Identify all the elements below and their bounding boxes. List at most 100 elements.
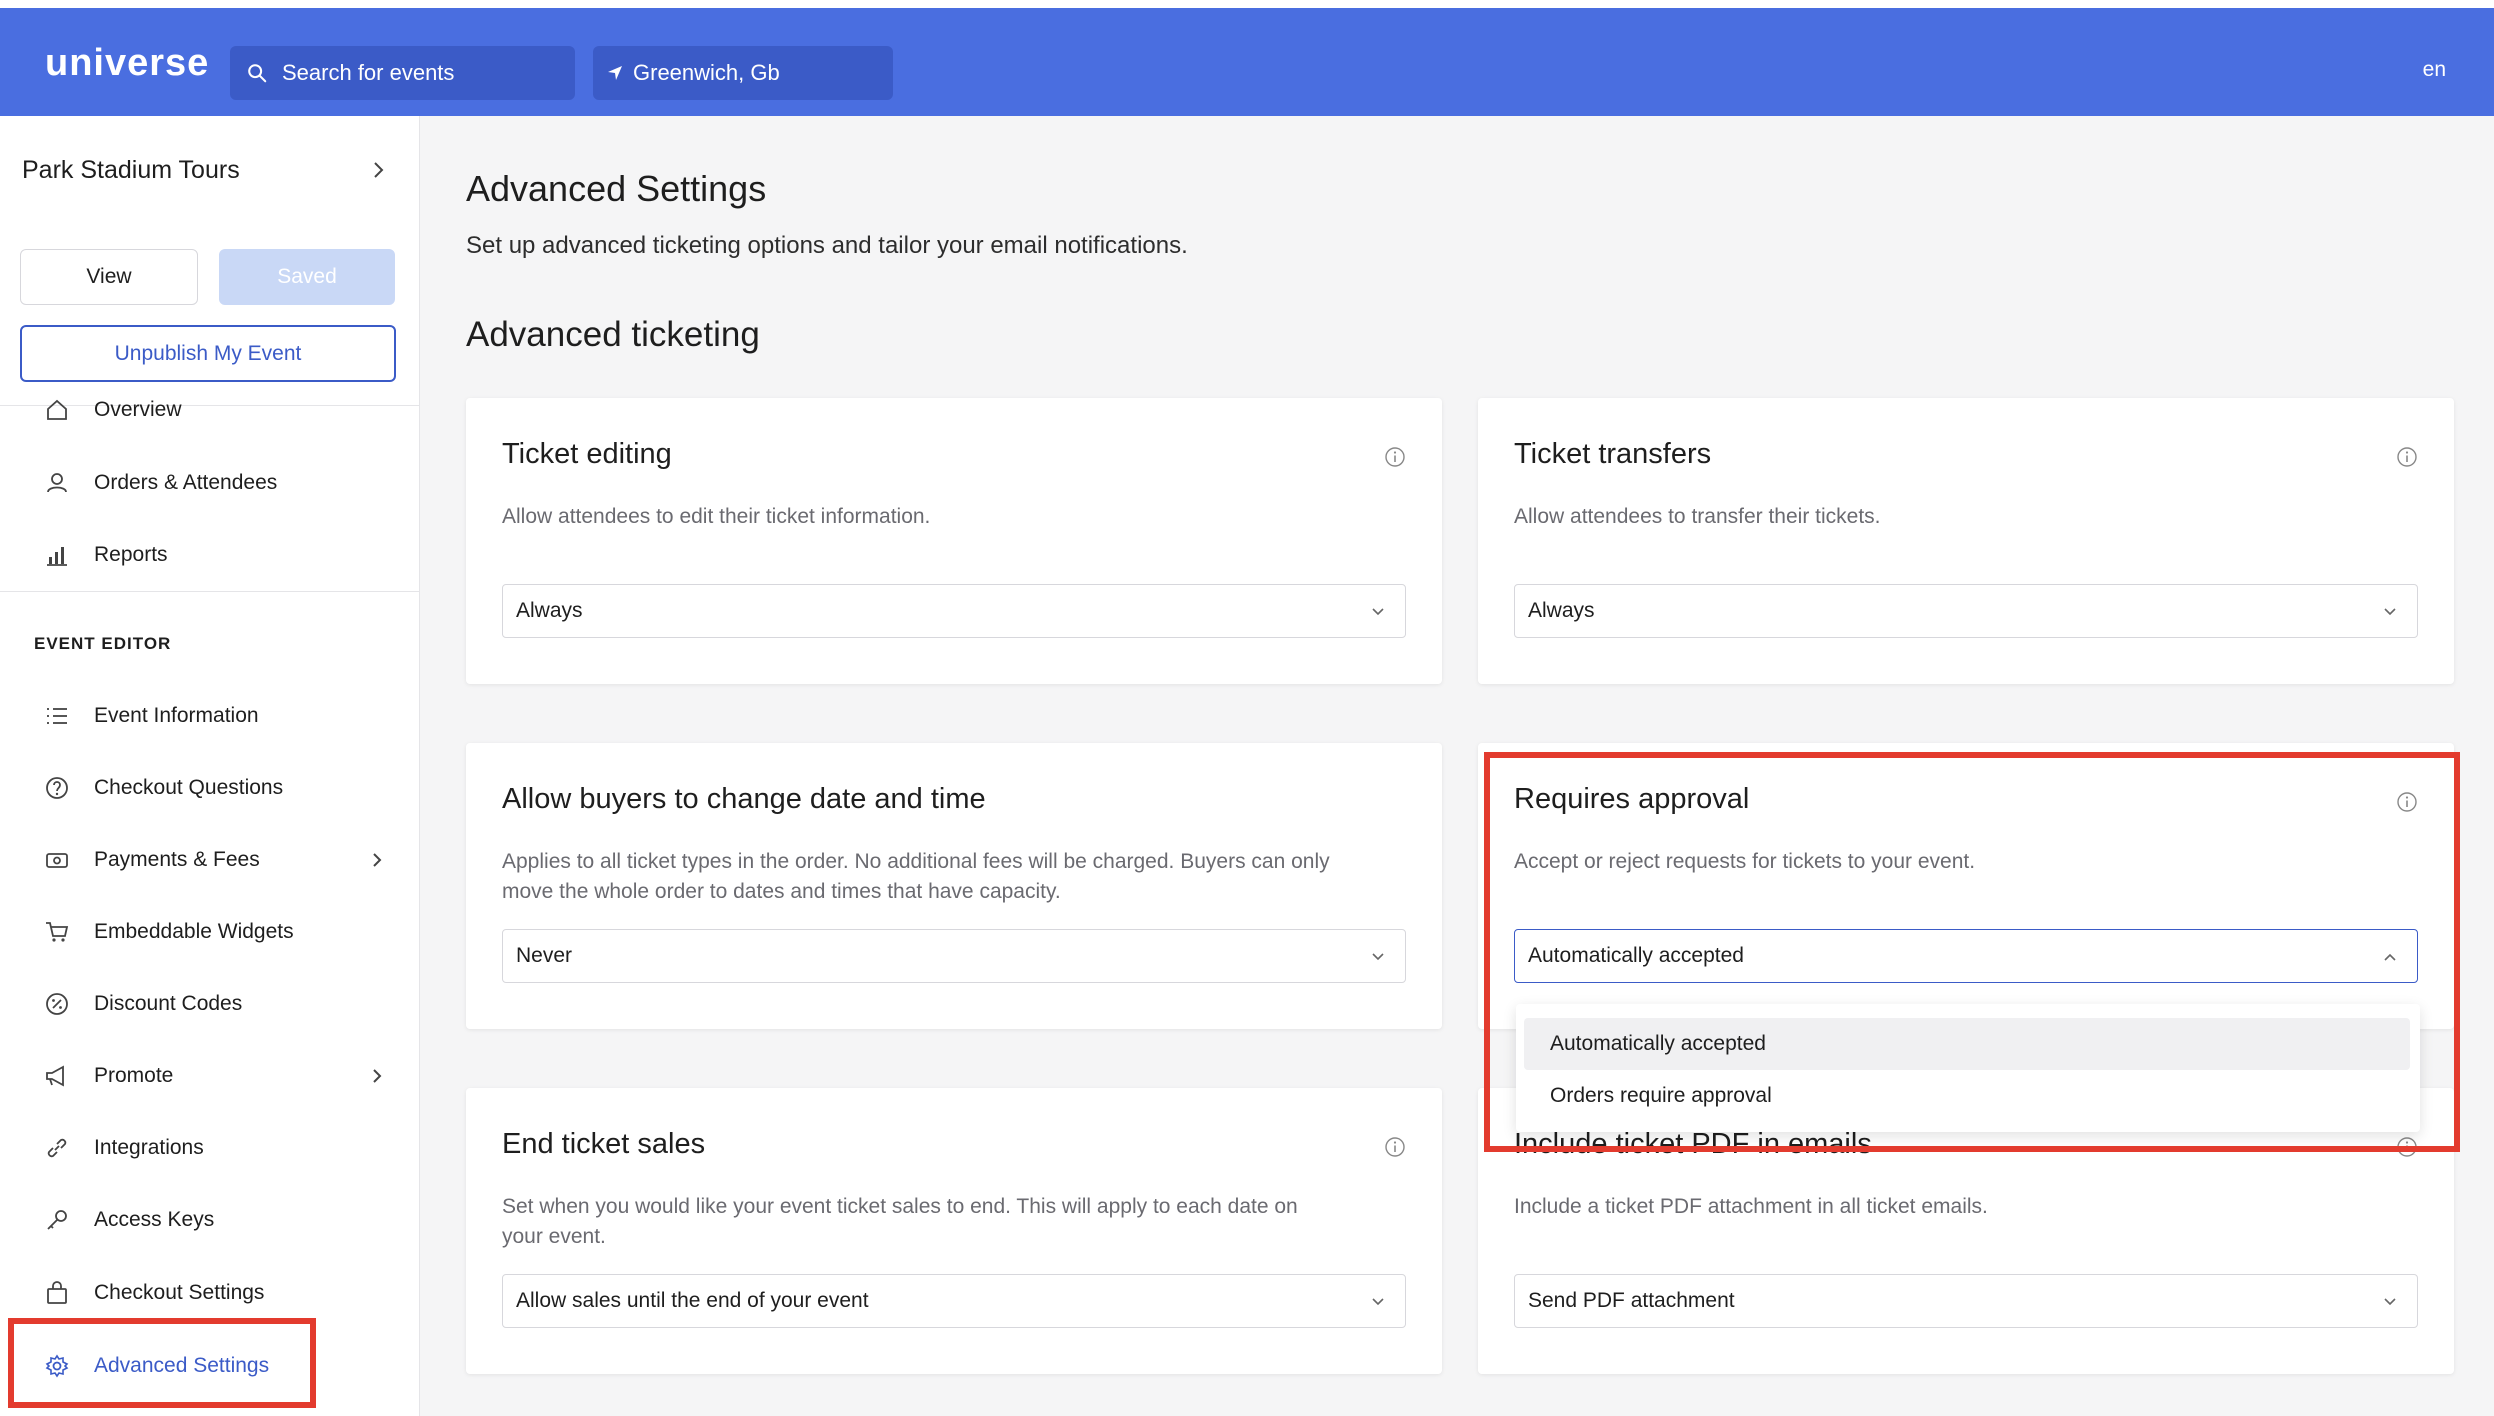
sidebar-item-label: Payments & Fees (94, 848, 260, 871)
ticket-editing-card: Ticket editing Allow attendees to edit t… (466, 398, 1442, 684)
page-subtitle: Set up advanced ticketing options and ta… (466, 232, 1188, 259)
gear-icon (45, 1354, 69, 1378)
chevron-down-icon (2384, 608, 2396, 616)
sidebar-item-checkout-questions[interactable]: Checkout Questions (44, 768, 384, 808)
select-value: Always (1528, 599, 1595, 622)
sidebar-item-event-information[interactable]: Event Information (44, 696, 384, 736)
cash-icon (46, 853, 68, 868)
requires-approval-dropdown: Automatically accepted Orders require ap… (1516, 1004, 2420, 1132)
end-sales-select[interactable]: Allow sales until the end of your event (502, 1274, 1406, 1328)
users-icon (47, 473, 67, 493)
ticket-editing-select[interactable]: Always (502, 584, 1406, 638)
select-value: Allow sales until the end of your event (516, 1289, 869, 1312)
question-icon (46, 777, 68, 799)
chevron-right-icon[interactable] (370, 158, 388, 182)
event-editor-heading: EVENT EDITOR (34, 634, 172, 653)
language-selector[interactable]: en (2423, 58, 2446, 82)
sidebar-item-label: Access Keys (94, 1208, 215, 1231)
change-date-time-card: Allow buyers to change date and time App… (466, 743, 1442, 1029)
link-icon (47, 1138, 67, 1158)
description-line: Set when you would like your event ticke… (502, 1195, 1298, 1218)
bar-chart-icon (47, 547, 67, 566)
description-line: Applies to all ticket types in the order… (502, 850, 1330, 873)
unpublish-button[interactable]: Unpublish My Event (20, 325, 396, 382)
key-icon (47, 1210, 67, 1230)
card-title: Ticket editing (502, 438, 672, 470)
card-description: Accept or reject requests for tickets to… (1514, 850, 1976, 873)
sidebar-item-label: Checkout Settings (94, 1281, 265, 1304)
sidebar-item-label: Overview (94, 398, 182, 421)
sidebar-item-label: Discount Codes (94, 992, 243, 1015)
sidebar-item-promote[interactable]: Promote (44, 1056, 384, 1096)
card-description: Applies to all ticket types in the order… (502, 847, 1330, 907)
sidebar-item-label: Integrations (94, 1136, 204, 1159)
card-title: Include ticket PDF in emails (1514, 1128, 1872, 1160)
saved-button[interactable]: Saved (219, 249, 395, 305)
sidebar-item-payments[interactable]: Payments & Fees (44, 840, 384, 880)
ticket-transfers-card: Ticket transfers Allow attendees to tran… (1478, 398, 2454, 684)
sidebar-item-label: Embeddable Widgets (94, 920, 294, 943)
sidebar-item-checkout-settings[interactable]: Checkout Settings (44, 1273, 384, 1313)
home-icon (47, 399, 67, 420)
sidebar-item-discount-codes[interactable]: Discount Codes (44, 984, 384, 1024)
change-date-select[interactable]: Never (502, 929, 1406, 983)
page-title: Advanced Settings (466, 168, 767, 209)
megaphone-icon (46, 1065, 64, 1087)
sidebar-item-access-keys[interactable]: Access Keys (44, 1200, 384, 1240)
sidebar-item-embeddable-widgets[interactable]: Embeddable Widgets (44, 912, 384, 952)
sidebar-item-label: Advanced Settings (94, 1354, 270, 1377)
info-icon[interactable] (1384, 1136, 1406, 1158)
chevron-down-icon (1372, 953, 1384, 961)
sidebar-item-label: Checkout Questions (94, 776, 284, 799)
search-input[interactable]: Search for events (230, 46, 575, 100)
card-description: Set when you would like your event ticke… (502, 1192, 1298, 1252)
option-automatically-accepted[interactable]: Automatically accepted (1524, 1018, 2410, 1070)
card-title: Allow buyers to change date and time (502, 783, 986, 815)
universe-logo[interactable]: universe (45, 42, 209, 85)
requires-approval-select[interactable]: Automatically accepted (1514, 929, 2418, 983)
info-icon[interactable] (2396, 791, 2418, 813)
search-placeholder: Search for events (282, 60, 455, 85)
sidebar-item-orders[interactable]: Orders & Attendees (44, 463, 384, 503)
end-ticket-sales-card: End ticket sales Set when you would like… (466, 1088, 1442, 1374)
ticket-transfers-select[interactable]: Always (1514, 584, 2418, 638)
sidebar-item-integrations[interactable]: Integrations (44, 1128, 384, 1168)
sidebar-item-label: Promote (94, 1064, 174, 1087)
sidebar-item-label: Event Information (94, 704, 259, 727)
chevron-right-icon (373, 853, 382, 867)
chevron-down-icon (1372, 1298, 1384, 1306)
info-icon[interactable] (2396, 1136, 2418, 1158)
info-icon[interactable] (2396, 446, 2418, 468)
section-title: Advanced ticketing (466, 315, 760, 354)
search-icon (248, 64, 267, 83)
bag-icon (47, 1281, 67, 1304)
description-line: move the whole order to dates and times … (502, 880, 1061, 903)
event-name[interactable]: Park Stadium Tours (22, 156, 240, 185)
divider (0, 591, 420, 592)
card-title: Ticket transfers (1514, 438, 1712, 470)
requires-approval-card: Requires approval Accept or reject reque… (1478, 743, 2454, 1029)
ticket-pdf-select[interactable]: Send PDF attachment (1514, 1274, 2418, 1328)
info-icon[interactable] (1384, 446, 1406, 468)
location-input[interactable]: Greenwich, Gb (593, 46, 893, 100)
location-arrow-icon (608, 66, 622, 80)
card-title: End ticket sales (502, 1128, 706, 1160)
sidebar-item-reports[interactable]: Reports (44, 535, 384, 575)
sidebar-item-overview[interactable]: Overview (44, 398, 384, 430)
sidebar-item-label: Reports (94, 543, 168, 566)
sidebar-item-advanced-settings[interactable]: Advanced Settings (44, 1346, 384, 1386)
card-description: Allow attendees to edit their ticket inf… (502, 505, 931, 528)
select-value: Send PDF attachment (1528, 1289, 1735, 1312)
location-value: Greenwich, Gb (633, 60, 780, 85)
sidebar-item-label: Orders & Attendees (94, 471, 278, 494)
description-line: your event. (502, 1225, 606, 1248)
card-description: Include a ticket PDF attachment in all t… (1514, 1195, 1988, 1218)
option-orders-require-approval[interactable]: Orders require approval (1524, 1070, 2410, 1122)
card-title: Requires approval (1514, 783, 1750, 815)
percent-icon (46, 993, 68, 1015)
chevron-right-icon (373, 1069, 382, 1083)
select-value: Never (516, 944, 573, 967)
view-button[interactable]: View (20, 249, 198, 305)
cart-icon (46, 922, 69, 942)
sidebar: Park Stadium Tours View Saved Unpublish … (0, 116, 420, 1416)
